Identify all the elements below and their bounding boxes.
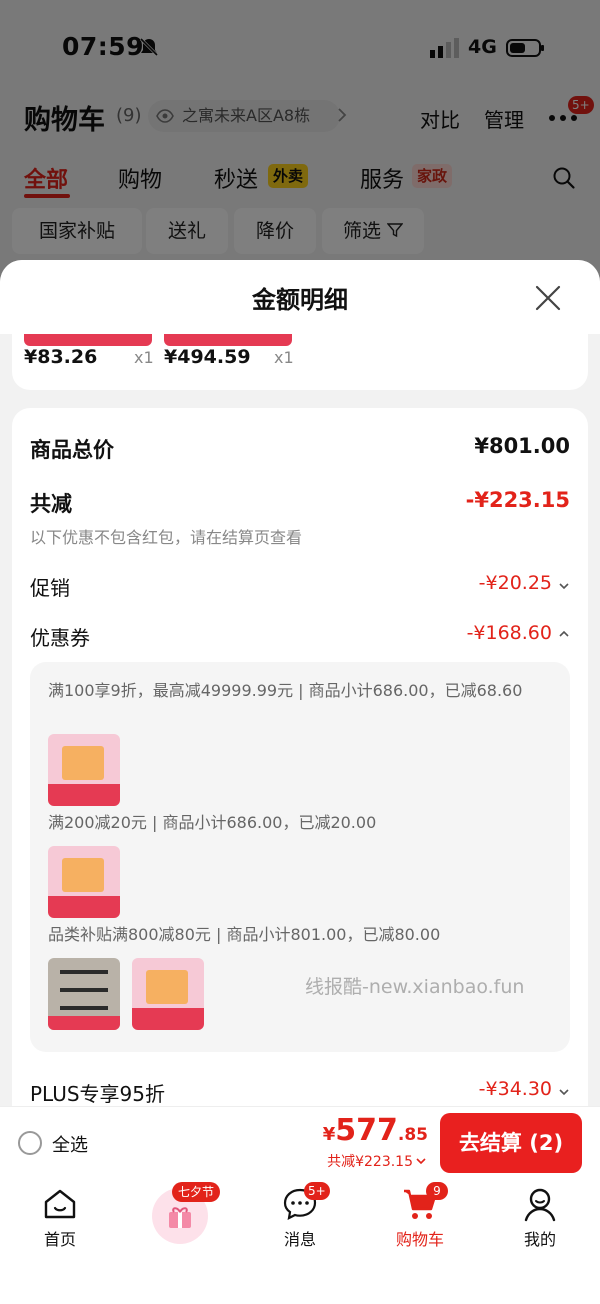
nav-mine-label: 我的	[523, 1230, 556, 1249]
item-price: ¥83.26	[24, 346, 98, 368]
promo-label: 促销	[30, 576, 70, 600]
nav-mine[interactable]: 我的	[480, 1178, 600, 1304]
cart-badge: 9	[426, 1182, 448, 1200]
product-thumbnail[interactable]	[48, 846, 120, 918]
checkout-button[interactable]: 去结算 (2)	[440, 1113, 582, 1173]
product-thumbnail[interactable]	[48, 734, 120, 806]
select-all-label[interactable]: 全选	[52, 1131, 88, 1157]
shelf-product-thumbnail[interactable]	[48, 958, 120, 1030]
coupon-value: -¥168.60	[466, 622, 552, 644]
total-currency: ¥	[322, 1124, 336, 1145]
product-image[interactable]	[164, 334, 292, 346]
discount-label: 共减	[30, 492, 72, 516]
nav-cart[interactable]: 9 购物车	[360, 1178, 480, 1304]
total-value: ¥801.00	[474, 434, 570, 458]
plus-label: PLUS专享95折	[30, 1082, 165, 1106]
checkout-bar: 全选 ¥577.85 共减¥223.15 去结算 (2)	[0, 1106, 600, 1178]
total-label: 商品总价	[30, 438, 114, 462]
discount-value: -¥223.15	[465, 488, 570, 512]
user-icon	[524, 1188, 556, 1222]
item-qty: x1	[274, 348, 294, 367]
nav-messages-label: 消息	[283, 1230, 316, 1249]
select-all-checkbox[interactable]	[18, 1131, 42, 1155]
nav-promo[interactable]: 七夕节	[120, 1178, 240, 1304]
chevron-down-icon	[559, 1089, 569, 1096]
total-decimal: .85	[397, 1125, 428, 1145]
coupon-label: 优惠券	[30, 626, 90, 650]
coupon-line: 满100享9折，最高减49999.99元 | 商品小计686.00，已减68.6…	[48, 681, 523, 700]
messages-badge: 5+	[304, 1182, 330, 1200]
promo-tag: 七夕节	[172, 1182, 221, 1202]
coupon-line: 品类补贴满800减80元 | 商品小计801.00，已减80.00	[48, 925, 441, 944]
sheet-title: 金额明细	[252, 286, 348, 314]
close-icon[interactable]	[534, 284, 562, 312]
coupon-line: 满200减20元 | 商品小计686.00，已减20.00	[48, 813, 377, 832]
sheet-header: 金额明细	[0, 260, 600, 334]
nav-cart-label: 购物车	[395, 1230, 444, 1249]
chevron-up-icon	[559, 630, 569, 637]
nav-home[interactable]: 首页	[0, 1178, 120, 1304]
plus-value: -¥34.30	[478, 1078, 552, 1100]
nav-home-label: 首页	[43, 1230, 76, 1249]
chevron-down-icon	[416, 1158, 426, 1165]
amount-detail-card: 商品总价 ¥801.00 共减 -¥223.15 以下优惠不包含红包，请在结算页…	[12, 408, 588, 1128]
discount-summary[interactable]: 共减¥223.15	[327, 1151, 426, 1171]
item-qty: x1	[134, 348, 154, 367]
item-price: ¥494.59	[164, 346, 251, 368]
nav-messages[interactable]: 5+ 消息	[240, 1178, 360, 1304]
product-thumbnail[interactable]	[132, 958, 204, 1030]
bottom-tab-bar: 首页 七夕节 5+ 消息 9 购物车 我的	[0, 1178, 600, 1304]
total-amount: ¥577.85	[323, 1113, 428, 1148]
promo-value: -¥20.25	[478, 572, 552, 594]
home-icon	[44, 1189, 76, 1219]
watermark: 线报酷-new.xianbao.fun	[305, 976, 525, 998]
gift-box-icon	[169, 1207, 191, 1228]
total-integer: 577	[335, 1113, 398, 1148]
discount-summary-text: 共减¥223.15	[327, 1154, 413, 1170]
chevron-down-icon	[559, 583, 569, 590]
discount-note: 以下优惠不包含红包，请在结算页查看	[30, 528, 303, 547]
product-image[interactable]	[24, 334, 152, 346]
